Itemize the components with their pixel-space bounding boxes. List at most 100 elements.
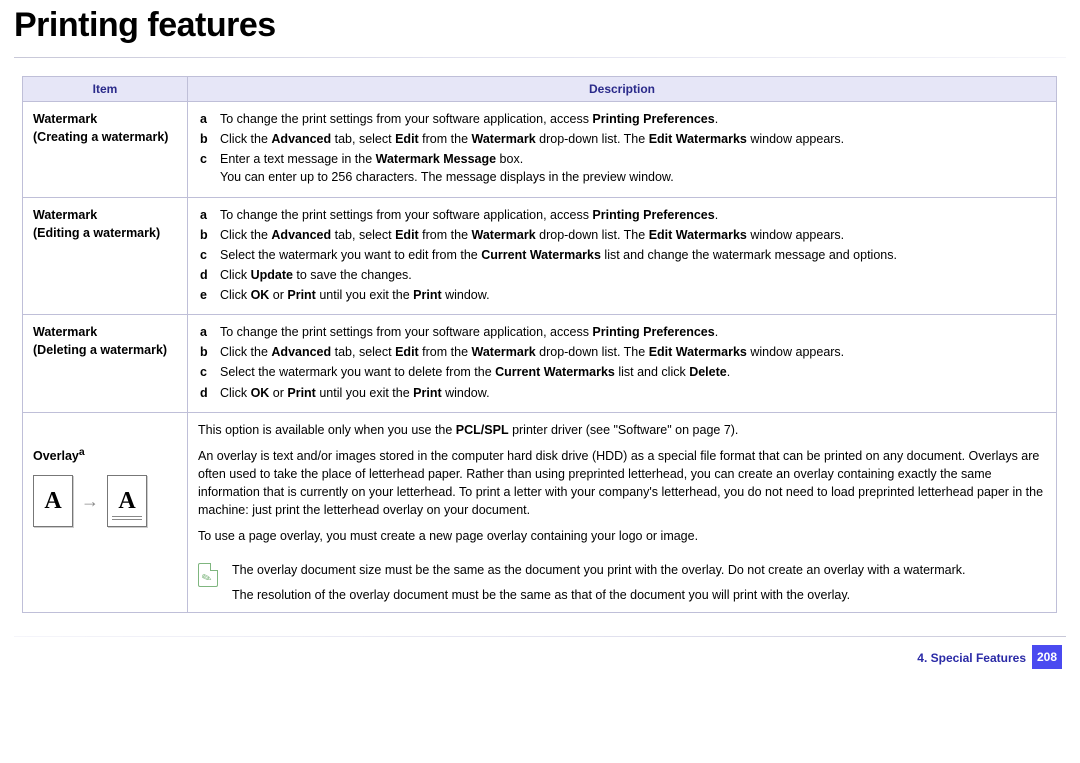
item-head: Watermark bbox=[33, 323, 177, 341]
text: drop-down list. The bbox=[536, 228, 649, 242]
paragraph: To use a page overlay, you must create a… bbox=[198, 527, 1046, 545]
text: tab, select bbox=[331, 228, 395, 242]
desc-cell: a To change the print settings from your… bbox=[188, 102, 1057, 198]
item-cell: Overlaya A → A bbox=[23, 412, 188, 612]
text-bold: Advanced bbox=[271, 345, 331, 359]
step-b: b Click the Advanced tab, select Edit fr… bbox=[198, 343, 1046, 363]
text: window appears. bbox=[747, 132, 844, 146]
text-bold: Edit bbox=[395, 228, 419, 242]
text: until you exit the bbox=[316, 386, 413, 400]
desc-cell: a To change the print settings from your… bbox=[188, 197, 1057, 315]
text: Select the watermark you want to delete … bbox=[220, 365, 495, 379]
text-bold: Current Watermarks bbox=[481, 248, 601, 262]
text-bold: Current Watermarks bbox=[495, 365, 615, 379]
note-text: The overlay document size must be the sa… bbox=[232, 561, 965, 603]
step-label: e bbox=[200, 286, 207, 304]
text: from the bbox=[419, 345, 472, 359]
item-sub: (Editing a watermark) bbox=[33, 224, 177, 242]
page-title: Printing features bbox=[0, 0, 1080, 47]
text: or bbox=[269, 386, 287, 400]
desc-cell: a To change the print settings from your… bbox=[188, 315, 1057, 413]
text-bold: PCL/SPL bbox=[456, 423, 509, 437]
step-label: a bbox=[200, 206, 207, 224]
step-label: b bbox=[200, 226, 208, 244]
note-icon bbox=[198, 563, 218, 587]
item-title: Overlay bbox=[33, 449, 79, 463]
step-b: b Click the Advanced tab, select Edit fr… bbox=[198, 130, 1046, 150]
step-a: a To change the print settings from your… bbox=[198, 206, 1046, 226]
text: This option is available only when you u… bbox=[198, 423, 456, 437]
text-bold: Watermark bbox=[472, 228, 536, 242]
step-label: d bbox=[200, 384, 208, 402]
paragraph: This option is available only when you u… bbox=[198, 421, 1046, 439]
text-bold: Print bbox=[287, 386, 315, 400]
text-bold: Print bbox=[413, 288, 441, 302]
overlay-page-icon: A bbox=[33, 475, 73, 527]
text: from the bbox=[419, 228, 472, 242]
text-bold: Edit Watermarks bbox=[649, 228, 747, 242]
item-head: Overlaya bbox=[33, 445, 177, 465]
page-number: 208 bbox=[1032, 645, 1062, 669]
item-head: Watermark bbox=[33, 110, 177, 128]
item-cell: Watermark (Creating a watermark) bbox=[23, 102, 188, 198]
text: Click the bbox=[220, 132, 271, 146]
footer-chapter: 4. Special Features bbox=[917, 651, 1026, 665]
item-sub: (Deleting a watermark) bbox=[33, 341, 177, 359]
note-block: The overlay document size must be the sa… bbox=[198, 561, 1046, 603]
text-bold: Watermark bbox=[472, 132, 536, 146]
text: drop-down list. The bbox=[536, 132, 649, 146]
text: Select the watermark you want to edit fr… bbox=[220, 248, 481, 262]
arrow-right-icon: → bbox=[81, 488, 99, 514]
text-bold: Print bbox=[413, 386, 441, 400]
text-bold: Edit bbox=[395, 345, 419, 359]
step-b: b Click the Advanced tab, select Edit fr… bbox=[198, 226, 1046, 246]
text-bold: Watermark bbox=[472, 345, 536, 359]
text: . bbox=[715, 112, 718, 126]
text: To change the print settings from your s… bbox=[220, 112, 592, 126]
text-bold: Printing Preferences bbox=[592, 325, 714, 339]
text: window appears. bbox=[747, 228, 844, 242]
text: Click bbox=[220, 268, 251, 282]
note-line: The overlay document size must be the sa… bbox=[232, 561, 965, 579]
text: to save the changes. bbox=[293, 268, 412, 282]
step-label: c bbox=[200, 150, 207, 168]
step-label: b bbox=[200, 130, 208, 148]
item-cell: Watermark (Deleting a watermark) bbox=[23, 315, 188, 413]
step-c: c Enter a text message in the Watermark … bbox=[198, 150, 1046, 188]
table-row: Overlaya A → A This option is available … bbox=[23, 412, 1057, 612]
step-list: a To change the print settings from your… bbox=[198, 323, 1046, 404]
text: Enter a text message in the bbox=[220, 152, 376, 166]
text: Click the bbox=[220, 345, 271, 359]
table-row: Watermark (Editing a watermark) a To cha… bbox=[23, 197, 1057, 315]
text-bold: Delete bbox=[689, 365, 727, 379]
text-bold: Advanced bbox=[271, 228, 331, 242]
text: box. bbox=[496, 152, 523, 166]
overlay-illustration: A → A bbox=[33, 475, 177, 527]
paragraph: An overlay is text and/or images stored … bbox=[198, 447, 1046, 520]
text: tab, select bbox=[331, 132, 395, 146]
step-label: a bbox=[200, 110, 207, 128]
text: list and click bbox=[615, 365, 689, 379]
step-list: a To change the print settings from your… bbox=[198, 110, 1046, 189]
text-bold: Printing Preferences bbox=[592, 112, 714, 126]
text-bold: OK bbox=[251, 288, 270, 302]
table-row: Watermark (Deleting a watermark) a To ch… bbox=[23, 315, 1057, 413]
text-bold: Advanced bbox=[271, 132, 331, 146]
text: . bbox=[727, 365, 730, 379]
text: or bbox=[269, 288, 287, 302]
text: tab, select bbox=[331, 345, 395, 359]
item-head: Watermark bbox=[33, 206, 177, 224]
step-note: You can enter up to 256 characters. The … bbox=[220, 168, 1046, 186]
text: Click bbox=[220, 288, 251, 302]
footer-divider bbox=[14, 636, 1066, 637]
text: Click the bbox=[220, 228, 271, 242]
step-e: e Click OK or Print until you exit the P… bbox=[198, 286, 1046, 306]
col-header-description: Description bbox=[188, 77, 1057, 102]
step-label: c bbox=[200, 363, 207, 381]
text: window appears. bbox=[747, 345, 844, 359]
step-label: a bbox=[200, 323, 207, 341]
text: window. bbox=[442, 386, 490, 400]
step-c: c Select the watermark you want to edit … bbox=[198, 246, 1046, 266]
text: until you exit the bbox=[316, 288, 413, 302]
overlay-page-result-icon: A bbox=[107, 475, 147, 527]
